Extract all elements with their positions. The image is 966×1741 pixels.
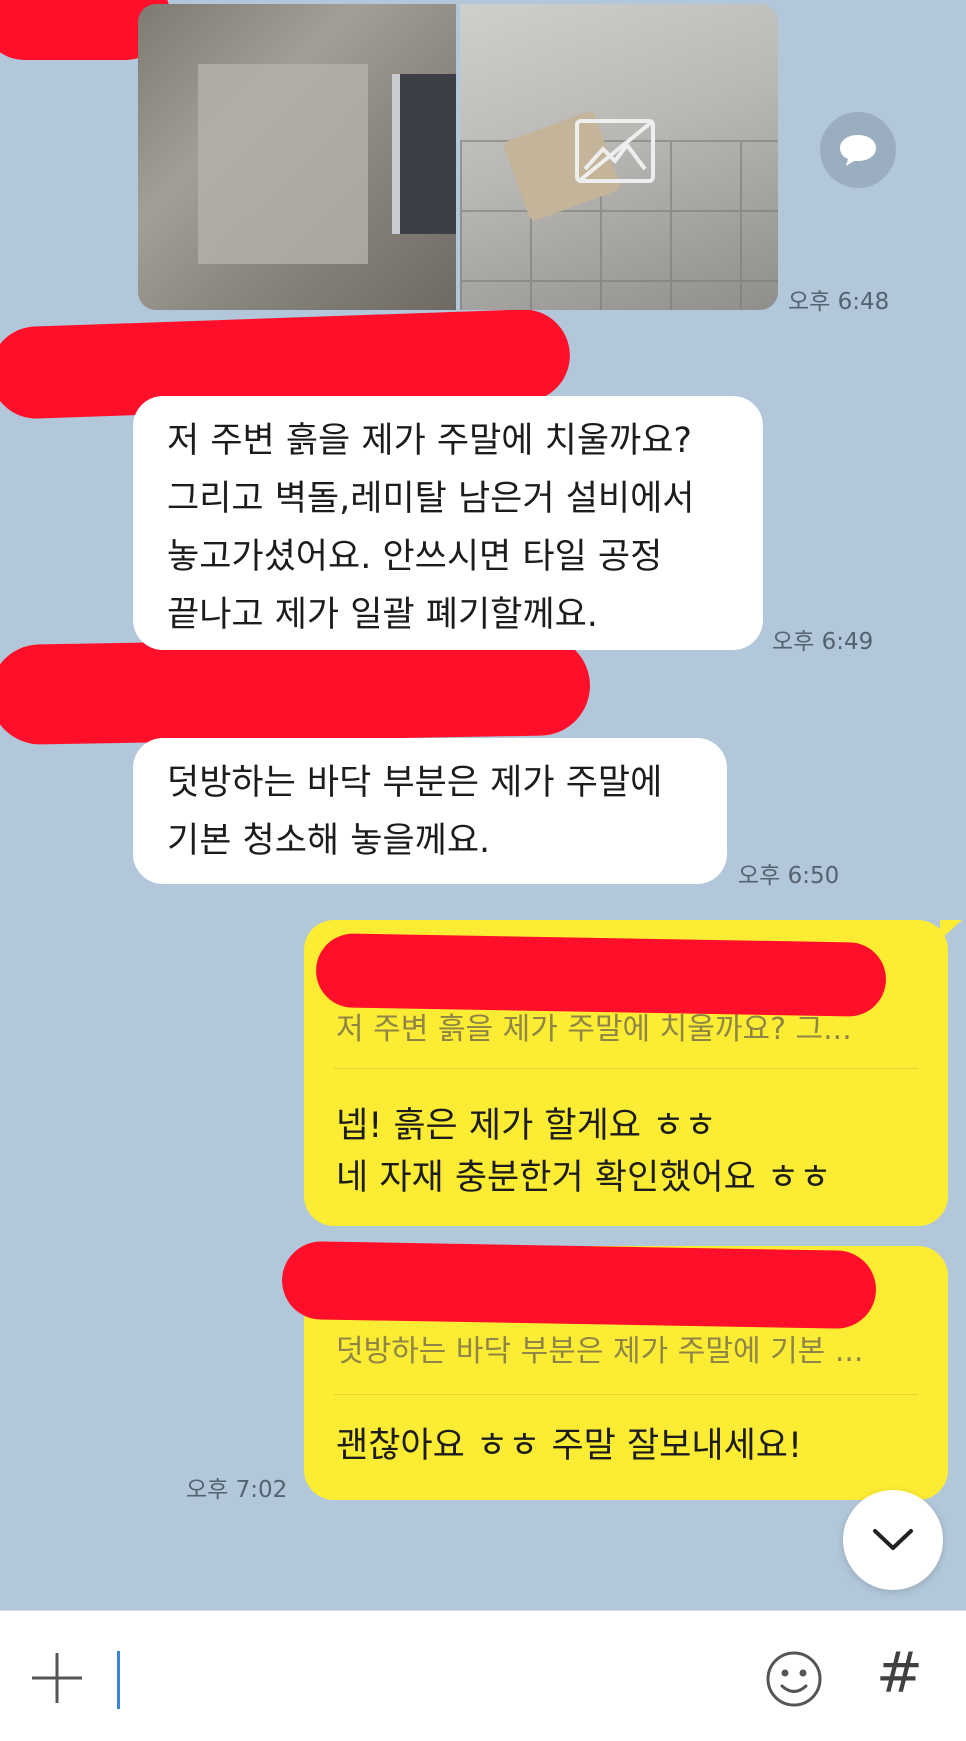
photo-thumbnail[interactable] <box>460 4 778 310</box>
image-placeholder-icon <box>575 119 655 183</box>
message-timestamp: 오후 6:50 <box>738 863 840 889</box>
message-line: 끝나고 제가 일괄 폐기할께요. <box>167 595 598 635</box>
photo-attachment[interactable] <box>138 4 778 310</box>
message-line: 기본 청소해 놓을께요. <box>167 821 491 861</box>
redaction-mark <box>0 634 591 746</box>
message-input-bar: # <box>0 1610 966 1741</box>
redaction-mark <box>281 1240 877 1330</box>
reply-line: 넵! 흙은 제가 할게요 ㅎㅎ <box>336 1106 717 1146</box>
message-timestamp: 오후 6:48 <box>788 289 890 315</box>
message-timestamp: 오후 6:49 <box>772 629 874 655</box>
incoming-message-bubble[interactable]: 저 주변 흙을 제가 주말에 치울까요? 그리고 벽돌,레미탈 남은거 설비에서… <box>133 396 763 650</box>
share-icon <box>840 135 876 166</box>
reply-line: 괜찮아요 ㅎㅎ 주말 잘보내세요! <box>336 1426 803 1466</box>
message-line: 저 주변 흙을 제가 주말에 치울까요? <box>167 421 693 461</box>
reply-line: 네 자재 충분한거 확인했어요 ㅎㅎ <box>336 1158 832 1198</box>
message-line: 놓고가셨어요. 안쓰시면 타일 공정 <box>167 537 663 577</box>
text-input-cursor[interactable] <box>117 1651 120 1709</box>
plus-icon[interactable] <box>30 1651 84 1705</box>
emoji-icon[interactable] <box>764 1649 824 1709</box>
message-timestamp: 오후 7:02 <box>186 1477 288 1503</box>
chevron-down-icon <box>873 1529 913 1550</box>
scroll-to-bottom-button[interactable] <box>843 1490 943 1590</box>
share-button[interactable] <box>820 112 896 188</box>
redaction-mark <box>315 933 887 1017</box>
bubble-tail <box>940 920 962 940</box>
quote-divider <box>334 1068 918 1069</box>
incoming-message-bubble[interactable]: 덧방하는 바닥 부분은 제가 주말에 기본 청소해 놓을께요. <box>133 738 727 884</box>
message-line: 덧방하는 바닥 부분은 제가 주말에 <box>167 763 663 803</box>
message-line: 그리고 벽돌,레미탈 남은거 설비에서 <box>167 479 695 519</box>
photo-thumbnail[interactable] <box>138 4 456 310</box>
quote-divider <box>334 1394 918 1395</box>
hashtag-icon[interactable]: # <box>876 1641 923 1706</box>
quoted-message[interactable]: 덧방하는 바닥 부분은 제가 주말에 기본 ... <box>336 1326 896 1370</box>
